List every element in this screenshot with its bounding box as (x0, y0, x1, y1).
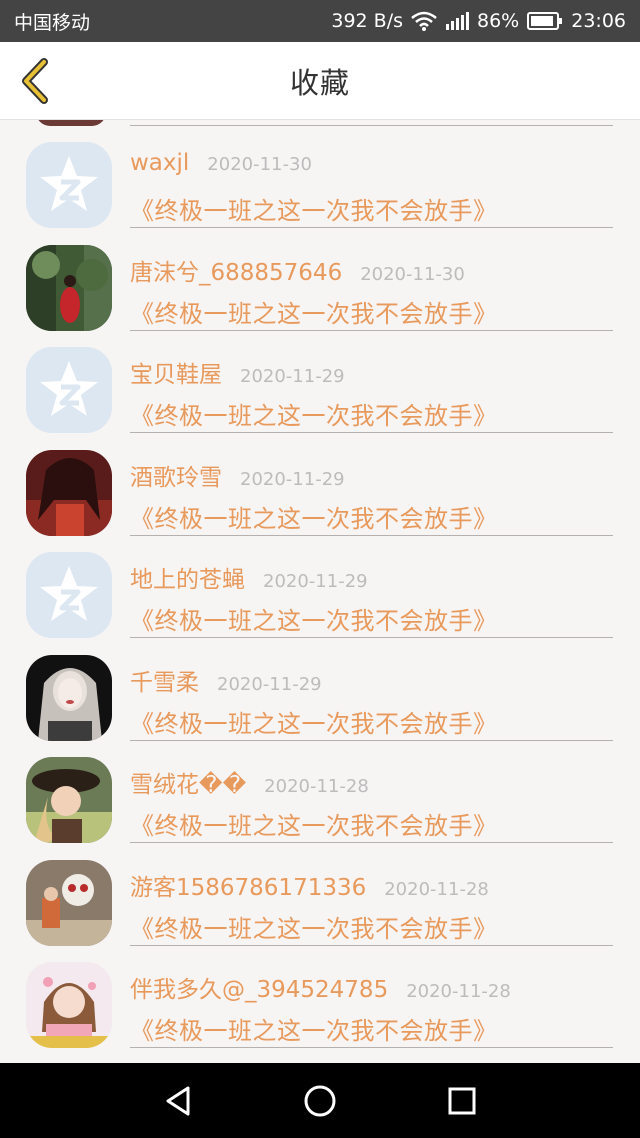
list-item[interactable]: 游客1586786171336 2020-11-28 《终极一班之这一次我不会放手》 (0, 838, 640, 946)
user-name[interactable]: 伴我多久@_394524785 (130, 970, 388, 1004)
name-line: 千雪柔 2020-11-29 (130, 663, 322, 697)
app-header: 收藏 (0, 42, 640, 120)
avatar[interactable] (26, 962, 112, 1048)
name-line: 唐沫兮_688857646 2020-11-30 (130, 253, 465, 287)
divider (130, 1047, 613, 1048)
favorite-date: 2020-11-29 (240, 468, 345, 490)
avatar[interactable] (26, 757, 112, 843)
page-title: 收藏 (289, 65, 350, 100)
list-item[interactable]: waxjl 2020-11-30 《终极一班之这一次我不会放手》 (0, 120, 640, 228)
circle-home-icon[interactable] (302, 1083, 338, 1119)
favorites-list[interactable]: waxjl 2020-11-30 《终极一班之这一次我不会放手》 唐沫兮_688857… (0, 120, 640, 1063)
clock: 23:06 (571, 10, 626, 32)
user-name[interactable]: 酒歌玲雪 (130, 458, 222, 492)
favorite-date: 2020-11-28 (406, 981, 511, 1002)
list-item[interactable]: 伴我多久@_394524785 2020-11-28 《终极一班之这一次我不会放手》 (0, 940, 640, 1048)
user-name[interactable]: waxjl (130, 150, 189, 176)
list-item[interactable]: 千雪柔 2020-11-29 《终极一班之这一次我不会放手》 (0, 633, 640, 741)
chevron-left-icon (22, 58, 48, 104)
avatar[interactable] (26, 552, 112, 638)
name-line: 地上的苍蝇 2020-11-29 (130, 560, 368, 594)
name-line: 游客1586786171336 2020-11-28 (130, 868, 489, 902)
battery-percent: 86% (477, 10, 520, 32)
list-item[interactable]: 雪绒花�� 2020-11-28 《终极一班之这一次我不会放手》 (0, 735, 640, 843)
book-title[interactable]: 《终极一班之这一次我不会放手》 (130, 1011, 498, 1046)
name-line: 伴我多久@_394524785 2020-11-28 (130, 970, 511, 1004)
battery-icon (527, 12, 563, 30)
favorite-date: 2020-11-29 (263, 571, 368, 592)
avatar[interactable] (26, 449, 112, 536)
avatar[interactable] (26, 142, 112, 228)
list-item[interactable]: 地上的苍蝇 2020-11-29 《终极一班之这一次我不会放手》 (0, 530, 640, 638)
carrier-label: 中国移动 (14, 11, 91, 34)
name-line: 酒歌玲雪 2020-11-29 (130, 458, 345, 492)
book-title[interactable]: 《终极一班之这一次我不会放手》 (130, 601, 498, 636)
list-item[interactable]: 唐沫兮_688857646 2020-11-30 《终极一班之这一次我不会放手》 (0, 223, 640, 331)
favorite-date: 2020-11-29 (217, 673, 322, 695)
avatar[interactable] (26, 654, 112, 741)
system-nav-bar (0, 1063, 640, 1138)
book-title[interactable]: 《终极一班之这一次我不会放手》 (130, 806, 498, 841)
user-name[interactable]: 地上的苍蝇 (130, 560, 245, 594)
list-item[interactable]: 酒歌玲雪 2020-11-29 《终极一班之这一次我不会放手》 (0, 428, 640, 536)
book-title[interactable]: 《终极一班之这一次我不会放手》 (130, 191, 498, 226)
name-line: waxjl 2020-11-30 (130, 150, 312, 176)
name-line: 宝贝鞋屋 2020-11-29 (130, 355, 345, 389)
book-title[interactable]: 《终极一班之这一次我不会放手》 (130, 294, 498, 329)
signal-icon (446, 12, 469, 30)
triangle-back-icon[interactable] (160, 1083, 196, 1119)
book-title[interactable]: 《终极一班之这一次我不会放手》 (130, 499, 498, 534)
book-title[interactable]: 《终极一班之这一次我不会放手》 (130, 704, 498, 739)
favorite-date: 2020-11-29 (240, 366, 345, 387)
square-recents-icon[interactable] (444, 1083, 480, 1119)
avatar[interactable] (26, 244, 112, 331)
book-title[interactable]: 《终极一班之这一次我不会放手》 (130, 909, 498, 944)
favorite-date: 2020-11-28 (264, 776, 369, 797)
user-name[interactable]: 雪绒花�� (130, 765, 246, 799)
book-title[interactable]: 《终极一班之这一次我不会放手》 (130, 396, 498, 431)
favorite-date: 2020-11-30 (207, 154, 312, 175)
network-speed: 392 B/s (331, 10, 403, 32)
avatar[interactable] (26, 859, 112, 946)
user-name[interactable]: 游客1586786171336 (130, 868, 366, 902)
user-name[interactable]: 唐沫兮_688857646 (130, 253, 342, 287)
favorite-date: 2020-11-28 (384, 878, 489, 900)
name-line: 雪绒花�� 2020-11-28 (130, 765, 369, 799)
list-item[interactable]: 宝贝鞋屋 2020-11-29 《终极一班之这一次我不会放手》 (0, 325, 640, 433)
avatar[interactable] (26, 347, 112, 433)
wifi-icon (411, 11, 437, 31)
back-button[interactable] (12, 56, 58, 106)
status-bar: 中国移动 392 B/s 86% 23:06 (0, 0, 640, 42)
user-name[interactable]: 宝贝鞋屋 (130, 355, 222, 389)
user-name[interactable]: 千雪柔 (130, 663, 199, 697)
favorite-date: 2020-11-30 (360, 263, 465, 285)
